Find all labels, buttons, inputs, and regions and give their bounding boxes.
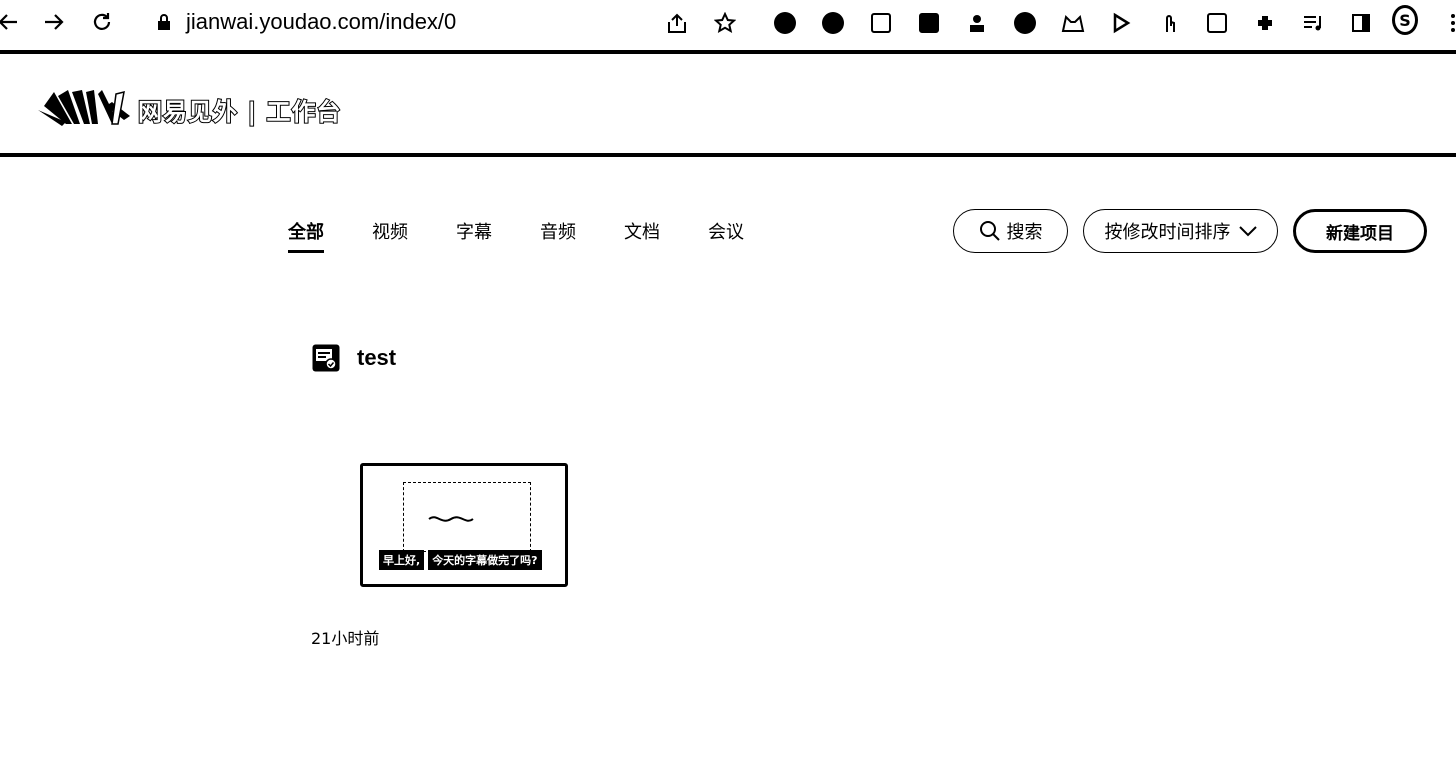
project-modified-time: 21小时前 xyxy=(311,629,380,648)
profile-avatar[interactable]: S xyxy=(1392,5,1418,35)
extension-person-icon[interactable] xyxy=(964,10,990,36)
search-icon xyxy=(979,221,1000,241)
extension-swirl-icon[interactable] xyxy=(820,10,846,36)
profile-initial: S xyxy=(1392,5,1418,35)
extension-s-icon[interactable] xyxy=(916,10,942,36)
search-label: 搜索 xyxy=(1006,222,1043,243)
sort-label: 按修改时间排序 xyxy=(1104,222,1231,243)
new-project-button[interactable]: 新建项目 xyxy=(1293,209,1427,253)
caption-question: 今天的字幕做完了吗? xyxy=(428,550,542,570)
extension-download-icon[interactable] xyxy=(772,10,798,36)
search-button[interactable]: 搜索 xyxy=(953,209,1068,253)
extension-layout-icon[interactable] xyxy=(868,10,894,36)
tab-video[interactable]: 视频 xyxy=(372,218,408,254)
star-icon[interactable] xyxy=(712,10,738,36)
back-icon[interactable] xyxy=(0,8,22,36)
thumbnail-squiggle-icon xyxy=(428,516,474,522)
reading-list-icon[interactable] xyxy=(1300,10,1326,36)
lock-icon[interactable] xyxy=(150,8,178,36)
header-divider xyxy=(0,153,1456,157)
extensions-puzzle-icon[interactable] xyxy=(1252,10,1278,36)
tab-audio[interactable]: 音频 xyxy=(540,218,576,254)
tab-all[interactable]: 全部 xyxy=(288,218,324,254)
menu-icon[interactable] xyxy=(1440,10,1456,36)
tab-document[interactable]: 文档 xyxy=(624,218,660,254)
caption-greeting: 早上好, xyxy=(379,550,425,570)
thumbnail-caption: 早上好, 今天的字幕做完了吗? xyxy=(379,550,542,570)
extension-n-icon[interactable] xyxy=(1012,10,1038,36)
extension-doc-icon[interactable] xyxy=(1204,10,1230,36)
chevron-down-icon xyxy=(1238,226,1257,237)
address-bar-url[interactable]: jianwai.youdao.com/index/0 xyxy=(186,9,456,35)
tab-meeting[interactable]: 会议 xyxy=(708,218,744,254)
browser-toolbar: jianwai.youdao.com/index/0 S xyxy=(0,0,1456,48)
category-tabs: 全部 视频 字幕 音频 文档 会议 xyxy=(288,218,792,254)
app-logo-text[interactable]: 网易见外 | 工作台 xyxy=(137,92,341,127)
extension-hand-icon[interactable] xyxy=(1156,10,1182,36)
subtitle-project-icon xyxy=(312,344,340,372)
extension-play-icon[interactable] xyxy=(1108,10,1134,36)
new-project-label: 新建项目 xyxy=(1326,223,1394,244)
app-header: 网易见外 | 工作台 xyxy=(0,54,1456,154)
share-icon[interactable] xyxy=(664,10,690,36)
logo-icon[interactable] xyxy=(36,88,132,128)
tab-subtitle[interactable]: 字幕 xyxy=(456,218,492,254)
project-header: test xyxy=(311,343,396,373)
side-panel-icon[interactable] xyxy=(1348,10,1374,36)
forward-icon[interactable] xyxy=(40,8,68,36)
reload-icon[interactable] xyxy=(88,8,116,36)
extension-cat-icon[interactable] xyxy=(1060,10,1086,36)
sort-dropdown[interactable]: 按修改时间排序 xyxy=(1083,209,1278,253)
project-title[interactable]: test xyxy=(357,345,396,371)
project-thumbnail[interactable]: 早上好, 今天的字幕做完了吗? xyxy=(360,463,568,587)
